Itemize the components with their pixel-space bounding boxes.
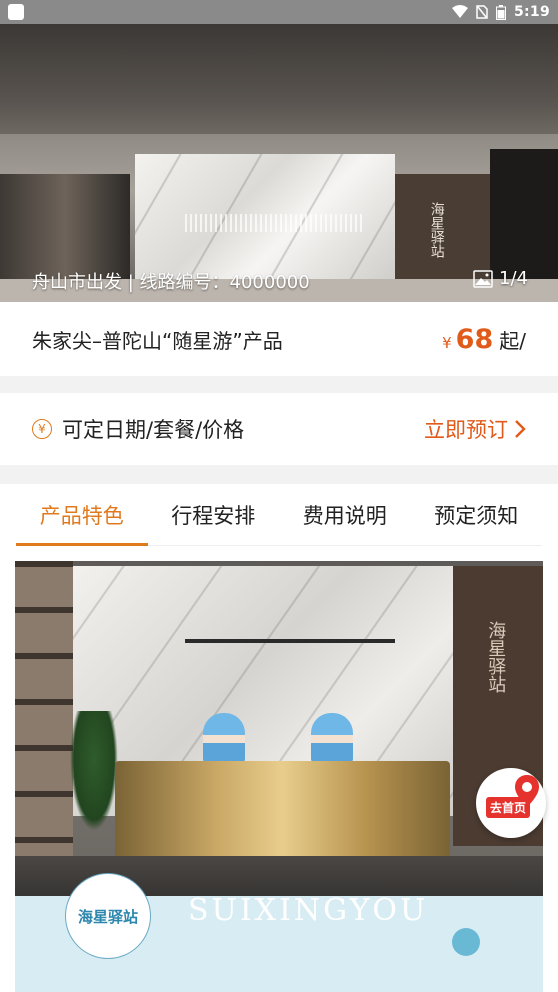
brand-logo: 海星驿站 <box>65 873 151 959</box>
price-tag-icon: ¥ <box>32 419 52 439</box>
go-home-button[interactable]: 去首页 <box>476 768 546 838</box>
booking-row[interactable]: ¥ 可定日期/套餐/价格 立即预订 <box>0 393 558 465</box>
no-sim-icon <box>476 5 488 19</box>
photo-pendant-lights <box>185 639 395 643</box>
brand-wordmark: SUIXINGYOU <box>188 893 429 928</box>
detail-tabs: 产品特色 行程安排 费用说明 预定须知 <box>16 484 542 546</box>
brand-dot <box>452 928 480 956</box>
product-price: ¥ 68 起/ <box>442 324 526 355</box>
feature-photo: 海星驿站 <box>15 561 543 913</box>
tab-fee-description[interactable]: 费用说明 <box>279 484 411 545</box>
clock: 5:19 <box>513 4 550 20</box>
tab-itinerary[interactable]: 行程安排 <box>148 484 280 545</box>
tab-product-features[interactable]: 产品特色 <box>16 484 148 546</box>
gallery-icon <box>473 269 493 288</box>
image-counter-text: 1/4 <box>499 268 528 289</box>
book-now-label: 立即预订 <box>424 418 508 442</box>
notification-icon <box>8 4 24 20</box>
hero-image-carousel[interactable]: 海星驿站 舟山市出发 | 线路编号：4000000 1/4 <box>0 24 558 302</box>
battery-icon <box>495 4 506 20</box>
hero-sign-text: 海星驿站 <box>428 202 445 258</box>
product-title: 朱家尖–普陀山“随星游”产品 <box>32 328 283 353</box>
image-counter: 1/4 <box>473 268 528 289</box>
status-icons: 5:19 <box>451 4 550 20</box>
photo-staff-right <box>311 713 353 763</box>
chevron-right-icon <box>515 420 526 438</box>
price-currency: ¥ <box>442 333 452 352</box>
status-bar: 5:19 <box>0 0 558 24</box>
hero-ceiling <box>0 24 558 134</box>
book-now-button[interactable]: 立即预订 <box>424 414 526 444</box>
photo-staff-left <box>203 713 245 763</box>
booking-label: 可定日期/套餐/价格 <box>62 418 245 442</box>
wifi-icon <box>451 5 468 18</box>
price-suffix: 起/ <box>499 328 526 353</box>
photo-sign-text: 海星驿站 <box>485 621 507 693</box>
photo-reception-desk <box>115 761 450 871</box>
hero-chandelier <box>185 214 365 232</box>
photo-plant <box>70 711 118 831</box>
product-title-card: 朱家尖–普陀山“随星游”产品 ¥ 68 起/ <box>0 302 558 376</box>
hero-caption: 舟山市出发 | 线路编号：4000000 <box>32 272 310 293</box>
go-home-label: 去首页 <box>485 796 530 818</box>
tab-booking-notes[interactable]: 预定须知 <box>411 484 543 545</box>
price-value: 68 <box>455 323 494 355</box>
